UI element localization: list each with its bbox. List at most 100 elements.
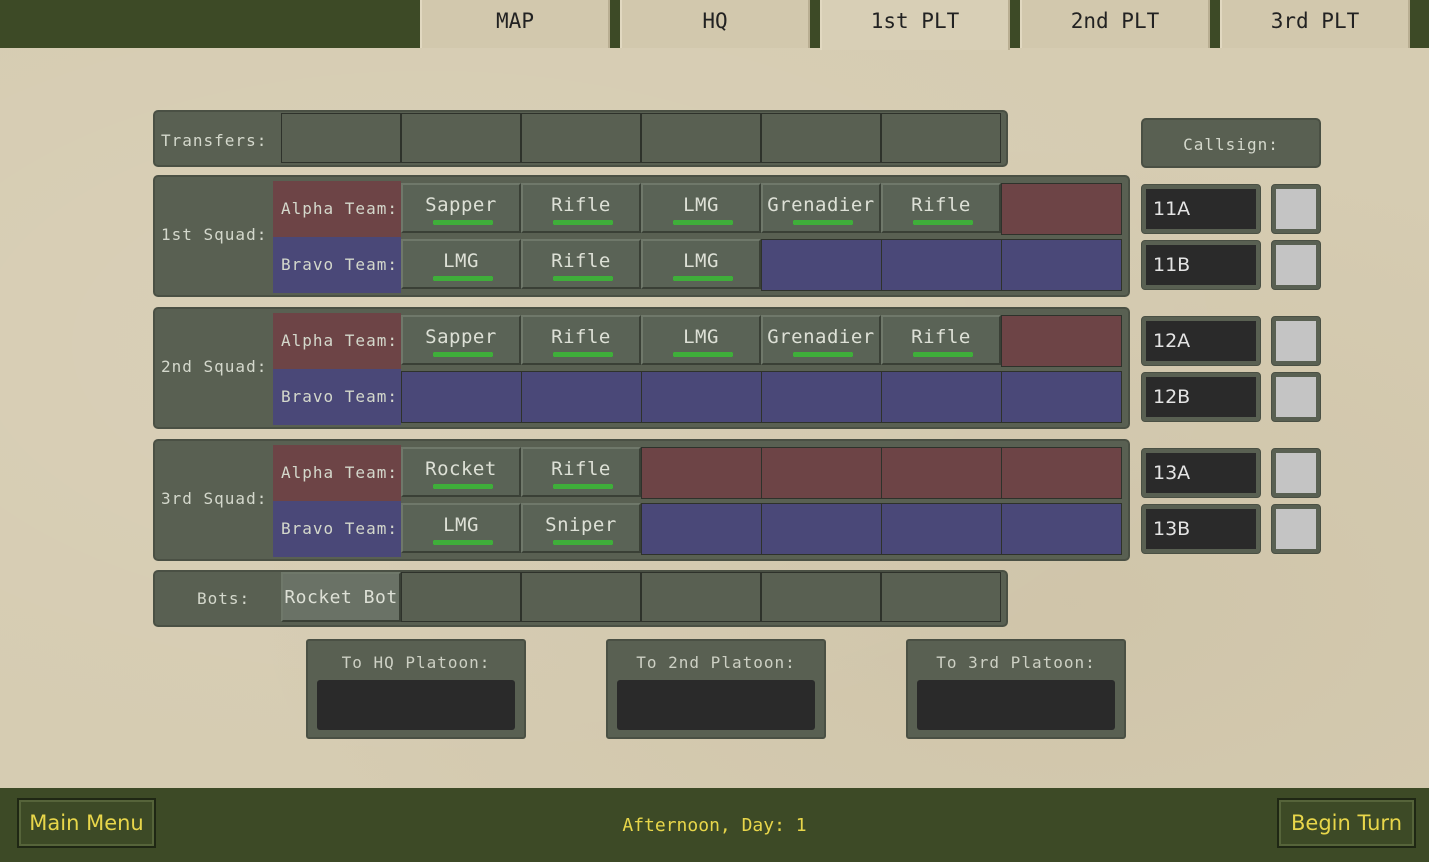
health-bar <box>433 484 493 489</box>
unit-card-label: Grenadier <box>767 326 875 348</box>
unit-card[interactable]: Sniper <box>521 503 641 553</box>
unit-card-label: LMG <box>683 194 719 216</box>
unit-card-label: LMG <box>683 250 719 272</box>
bot-empty-slot[interactable] <box>401 572 521 622</box>
tab-2nd-plt[interactable]: 2nd PLT <box>1020 0 1210 48</box>
unit-card[interactable]: Sapper <box>401 183 521 233</box>
alpha-team-label: Alpha Team: <box>273 313 401 369</box>
transfer-slot[interactable] <box>881 113 1001 163</box>
alpha-empty-slot[interactable] <box>1001 183 1122 235</box>
begin-turn-button[interactable]: Begin Turn <box>1277 798 1416 848</box>
transfers-label: Transfers: <box>161 131 268 150</box>
transfer-to-2nd-label: To 2nd Platoon: <box>636 653 796 672</box>
unit-card[interactable]: LMG <box>401 503 521 553</box>
health-bar <box>793 220 853 225</box>
unit-card[interactable]: LMG <box>641 239 761 289</box>
callsign-value: 13B <box>1146 509 1256 549</box>
health-bar <box>793 352 853 357</box>
bot-empty-slot[interactable] <box>521 572 641 622</box>
health-bar <box>553 484 613 489</box>
tab-hq[interactable]: HQ <box>620 0 810 48</box>
team-checkbox[interactable] <box>1271 316 1321 366</box>
team-checkbox[interactable] <box>1271 372 1321 422</box>
bot-empty-slot[interactable] <box>881 572 1001 622</box>
alpha-empty-slot[interactable] <box>881 447 1002 499</box>
transfer-to-3rd-label: To 3rd Platoon: <box>936 653 1096 672</box>
unit-card[interactable]: Rifle <box>881 315 1001 365</box>
unit-card[interactable]: Rifle <box>521 183 641 233</box>
tab-3rd-plt[interactable]: 3rd PLT <box>1220 0 1410 48</box>
team-checkbox[interactable] <box>1271 448 1321 498</box>
tab-map[interactable]: MAP <box>420 0 610 48</box>
health-bar <box>433 352 493 357</box>
bot-empty-slot[interactable] <box>641 572 761 622</box>
unit-card-label: LMG <box>443 250 479 272</box>
bravo-empty-slot[interactable] <box>761 239 882 291</box>
callsign-label: Callsign: <box>1183 135 1279 154</box>
transfer-to-2nd: To 2nd Platoon: <box>606 639 826 739</box>
bravo-empty-slot[interactable] <box>641 503 762 555</box>
unit-card-label: Sapper <box>425 194 497 216</box>
unit-card-label: Grenadier <box>767 194 875 216</box>
bravo-team-label: Bravo Team: <box>273 237 401 293</box>
bravo-empty-slot[interactable] <box>761 503 882 555</box>
bravo-team-label: Bravo Team: <box>273 369 401 425</box>
team-checkbox[interactable] <box>1271 184 1321 234</box>
bravo-empty-slot[interactable] <box>641 371 762 423</box>
transfer-to-2nd-drop[interactable] <box>617 680 815 730</box>
transfer-slot[interactable] <box>761 113 881 163</box>
bravo-empty-slot[interactable] <box>1001 503 1122 555</box>
unit-card[interactable]: Rifle <box>881 183 1001 233</box>
transfer-to-hq-drop[interactable] <box>317 680 515 730</box>
squad-label: 1st Squad: <box>161 225 268 244</box>
bravo-empty-slot[interactable] <box>881 371 1002 423</box>
alpha-empty-slot[interactable] <box>1001 315 1122 367</box>
transfer-slot[interactable] <box>281 113 401 163</box>
unit-card-label: Rifle <box>551 194 611 216</box>
unit-card[interactable]: Grenadier <box>761 183 881 233</box>
alpha-empty-slot[interactable] <box>761 447 882 499</box>
callsign-field[interactable]: 12A <box>1141 316 1261 366</box>
unit-card[interactable]: Rifle <box>521 239 641 289</box>
bot-empty-slot[interactable] <box>761 572 881 622</box>
tab-1st-plt[interactable]: 1st PLT <box>820 0 1010 50</box>
unit-card-label: Rocket <box>425 458 497 480</box>
unit-card[interactable]: LMG <box>641 183 761 233</box>
unit-card[interactable]: Rifle <box>521 447 641 497</box>
bravo-empty-slot[interactable] <box>1001 371 1122 423</box>
bot-unit-card[interactable]: Rocket Bot <box>281 572 401 622</box>
unit-card[interactable]: Grenadier <box>761 315 881 365</box>
bravo-empty-slot[interactable] <box>881 239 1002 291</box>
unit-card[interactable]: Rifle <box>521 315 641 365</box>
transfer-slot[interactable] <box>521 113 641 163</box>
bravo-empty-slot[interactable] <box>521 371 642 423</box>
callsign-value: 13A <box>1146 453 1256 493</box>
callsign-field[interactable]: 11B <box>1141 240 1261 290</box>
unit-card[interactable]: Sapper <box>401 315 521 365</box>
team-checkbox[interactable] <box>1271 504 1321 554</box>
team-checkbox[interactable] <box>1271 240 1321 290</box>
callsign-field[interactable]: 13A <box>1141 448 1261 498</box>
unit-card[interactable]: Rocket <box>401 447 521 497</box>
transfer-slot[interactable] <box>641 113 761 163</box>
alpha-empty-slot[interactable] <box>1001 447 1122 499</box>
bravo-empty-slot[interactable] <box>1001 239 1122 291</box>
health-bar <box>553 540 613 545</box>
callsign-field[interactable]: 11A <box>1141 184 1261 234</box>
transfer-to-3rd-drop[interactable] <box>917 680 1115 730</box>
unit-card[interactable]: LMG <box>641 315 761 365</box>
bravo-empty-slot[interactable] <box>401 371 522 423</box>
health-bar <box>553 276 613 281</box>
transfer-slot[interactable] <box>401 113 521 163</box>
bravo-empty-slot[interactable] <box>761 371 882 423</box>
unit-card[interactable]: LMG <box>401 239 521 289</box>
alpha-empty-slot[interactable] <box>641 447 762 499</box>
callsign-field[interactable]: 12B <box>1141 372 1261 422</box>
unit-card-label: LMG <box>683 326 719 348</box>
callsign-field[interactable]: 13B <box>1141 504 1261 554</box>
unit-card-label: Rifle <box>551 250 611 272</box>
callsign-value: 12A <box>1146 321 1256 361</box>
squad-label: 3rd Squad: <box>161 489 268 508</box>
health-bar <box>433 220 493 225</box>
bravo-empty-slot[interactable] <box>881 503 1002 555</box>
